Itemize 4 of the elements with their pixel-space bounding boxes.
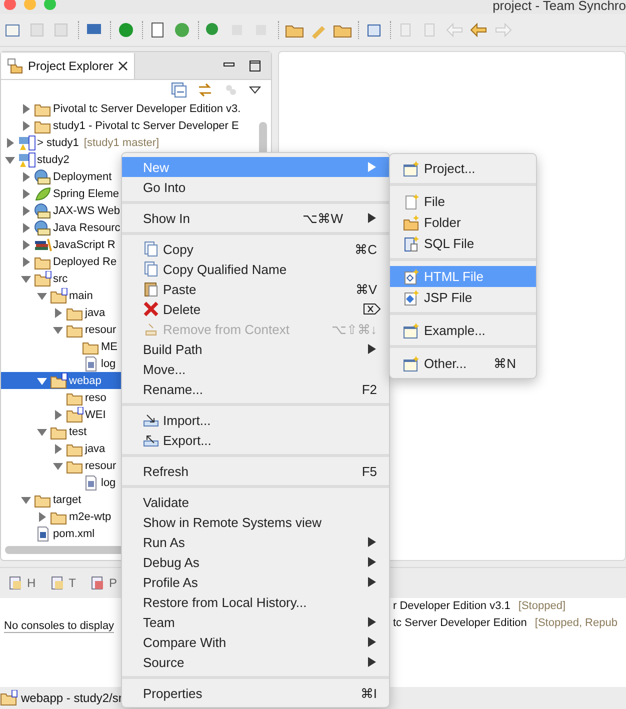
console-message: No consoles to display: [4, 620, 114, 633]
branch-label: [study1 master]: [84, 136, 160, 148]
status-text: webapp - study2/sr: [21, 691, 122, 705]
window-title: project - Team Synchro: [492, 0, 626, 12]
